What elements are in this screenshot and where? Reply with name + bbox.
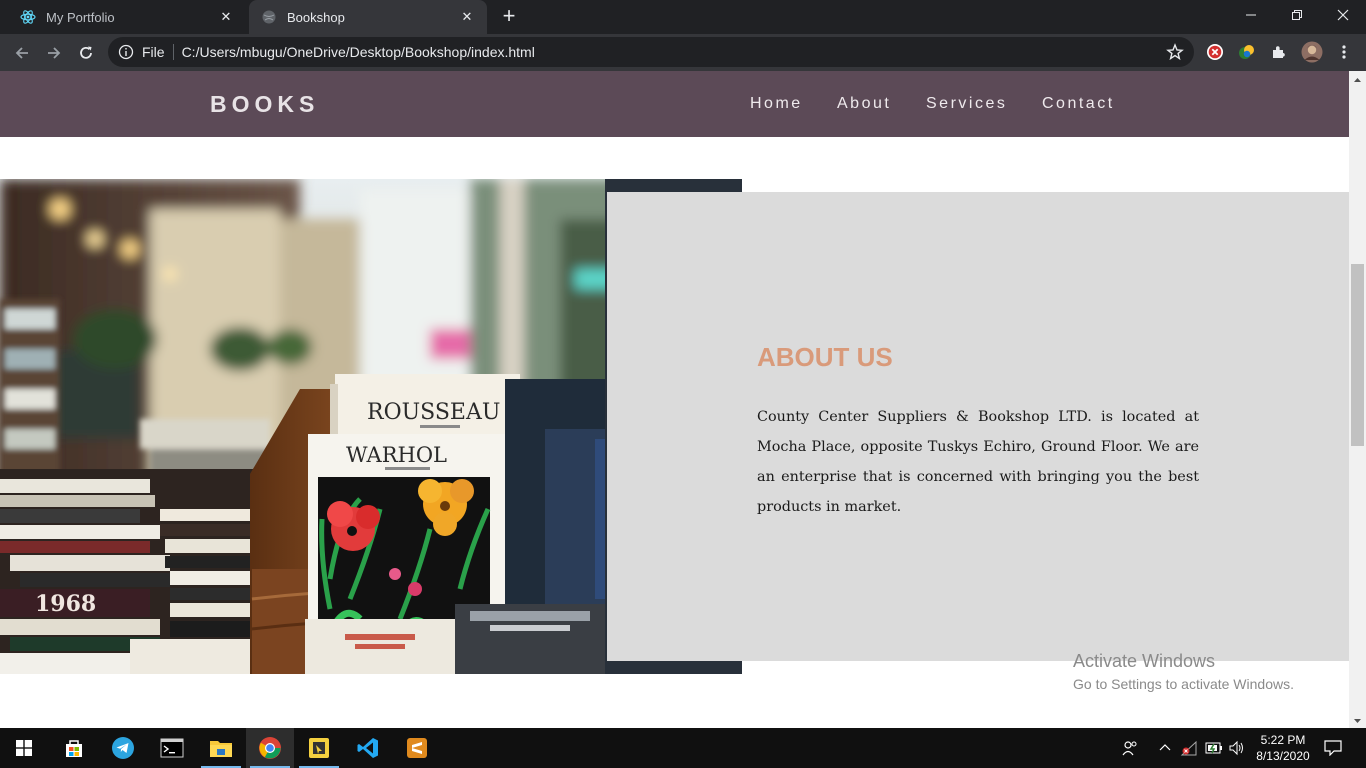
sticky-app-icon[interactable] xyxy=(295,728,343,768)
scroll-down-arrow-icon[interactable] xyxy=(1349,714,1366,726)
reload-icon[interactable] xyxy=(72,39,100,67)
page-viewport: BOOKS Home About Services Contact 1968 R… xyxy=(0,71,1349,728)
people-icon[interactable] xyxy=(1120,738,1140,758)
activate-windows-watermark: Activate Windows Go to Settings to activ… xyxy=(1073,651,1294,692)
page-scrollbar[interactable] xyxy=(1349,71,1366,728)
tab-bookshop[interactable]: Bookshop ✕ xyxy=(249,0,487,34)
url-text: C:/Users/mbugu/OneDrive/Desktop/Bookshop… xyxy=(181,44,535,60)
profile-avatar[interactable] xyxy=(1301,41,1323,63)
scrollbar-thumb[interactable] xyxy=(1351,264,1364,446)
about-paragraph: County Center Suppliers & Bookshop LTD. … xyxy=(757,409,1199,515)
about-heading: ABOUT US xyxy=(757,342,893,372)
book-rousseau-label: ROUSSEAU xyxy=(367,400,500,425)
tab-my-portfolio[interactable]: My Portfolio ✕ xyxy=(8,0,246,34)
kebab-menu-icon[interactable] xyxy=(1334,42,1354,62)
book-1968-label: 1968 xyxy=(35,591,96,617)
site-logo[interactable]: BOOKS xyxy=(210,91,319,118)
clock-date: 8/13/2020 xyxy=(1256,749,1310,763)
nav-link-contact[interactable]: Contact xyxy=(1042,95,1115,113)
close-tab-icon[interactable]: ✕ xyxy=(459,9,475,25)
nav-link-home[interactable]: Home xyxy=(750,95,803,113)
nav-link-services[interactable]: Services xyxy=(926,95,1007,113)
forward-arrow-icon[interactable] xyxy=(40,39,68,67)
colorful-extension-icon[interactable] xyxy=(1237,42,1257,62)
browser-tab-strip: My Portfolio ✕ Bookshop ✕ + xyxy=(0,0,1366,34)
close-tab-icon[interactable]: ✕ xyxy=(218,9,234,25)
restore-icon[interactable] xyxy=(1274,0,1320,30)
adblock-extension-icon[interactable] xyxy=(1205,42,1225,62)
windows-start-icon[interactable] xyxy=(0,728,48,768)
system-clock[interactable]: 5:22 PM 8/13/2020 xyxy=(1248,732,1318,764)
windows-taskbar: 5:22 PM 8/13/2020 xyxy=(0,728,1366,768)
battery-icon[interactable] xyxy=(1204,738,1224,758)
tab-title: Bookshop xyxy=(287,9,345,25)
nav-link-about[interactable]: About xyxy=(837,95,891,113)
url-scheme-label: File xyxy=(142,44,174,60)
network-disconnected-icon[interactable] xyxy=(1179,738,1199,758)
microsoft-store-icon[interactable] xyxy=(50,728,98,768)
info-icon[interactable] xyxy=(118,44,134,60)
terminal-icon[interactable] xyxy=(148,728,196,768)
address-bar[interactable]: File C:/Users/mbugu/OneDrive/Desktop/Boo… xyxy=(108,37,1194,67)
react-icon xyxy=(20,9,36,25)
browser-toolbar: File C:/Users/mbugu/OneDrive/Desktop/Boo… xyxy=(0,34,1366,71)
sublime-text-icon[interactable] xyxy=(393,728,441,768)
puzzle-extensions-icon[interactable] xyxy=(1269,42,1289,62)
minimize-icon[interactable] xyxy=(1228,0,1274,30)
site-navbar: BOOKS Home About Services Contact xyxy=(0,71,1349,137)
file-explorer-icon[interactable] xyxy=(197,728,245,768)
watermark-title: Activate Windows xyxy=(1073,651,1216,671)
back-arrow-icon[interactable] xyxy=(8,39,36,67)
close-window-icon[interactable] xyxy=(1320,0,1366,30)
bookmark-star-icon[interactable] xyxy=(1166,43,1184,61)
book-warhol-label: WARHOL xyxy=(346,443,447,467)
vscode-icon[interactable] xyxy=(344,728,392,768)
new-tab-icon[interactable]: + xyxy=(497,5,521,29)
tab-title: My Portfolio xyxy=(46,9,115,25)
chrome-icon[interactable] xyxy=(246,728,294,768)
watermark-subtitle: Go to Settings to activate Windows. xyxy=(1073,676,1294,692)
about-us-card: ABOUT US County Center Suppliers & Books… xyxy=(607,192,1349,661)
chevron-up-icon[interactable] xyxy=(1155,738,1175,758)
telegram-icon[interactable] xyxy=(99,728,147,768)
globe-icon xyxy=(261,9,277,25)
clock-time: 5:22 PM xyxy=(1260,733,1306,747)
volume-icon[interactable] xyxy=(1227,738,1247,758)
notifications-icon[interactable] xyxy=(1323,738,1343,758)
scroll-up-arrow-icon[interactable] xyxy=(1349,73,1366,85)
